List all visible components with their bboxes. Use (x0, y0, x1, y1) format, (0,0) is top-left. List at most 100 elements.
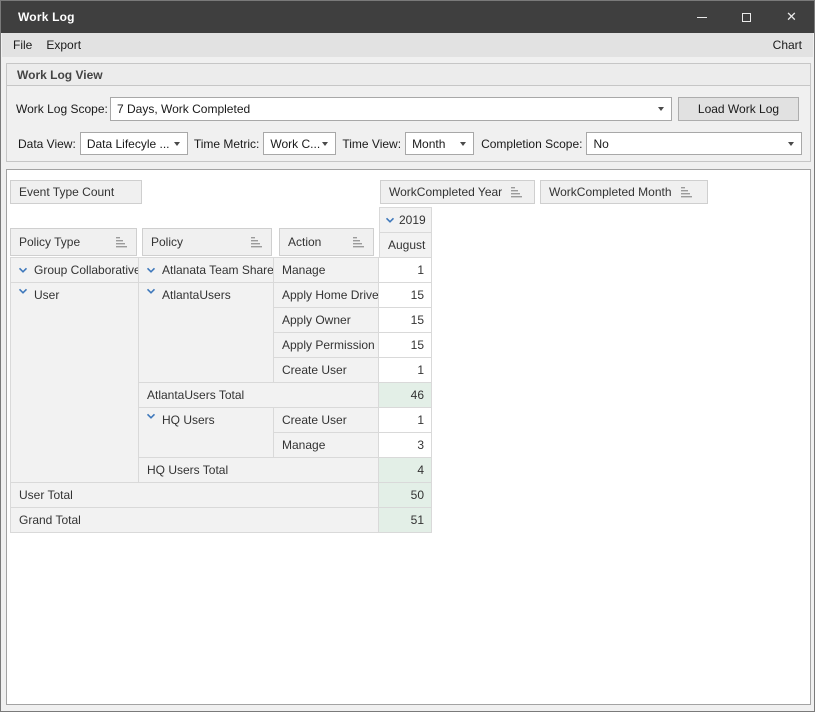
value-cell: 1 (379, 258, 432, 283)
row-header-action-create-user: Create User (274, 408, 379, 433)
row-header-user-total: User Total (11, 483, 379, 508)
pivot-grid-panel: Event Type Count WorkCompleted Year Work… (6, 169, 811, 705)
sort-ascending-icon (250, 236, 263, 248)
total-value-cell: 50 (379, 483, 432, 508)
time-view-label: Time View: (342, 137, 401, 151)
row-header-atlanta-users[interactable]: AtlantaUsers (139, 283, 274, 383)
row-field-policy-type[interactable]: Policy Type (10, 228, 137, 256)
column-header-month-august[interactable]: August (379, 232, 432, 257)
total-value-cell: 4 (379, 458, 432, 483)
work-log-view-group: Work Log View Work Log Scope: 7 Days, Wo… (6, 63, 811, 162)
row-header-label: Create User (282, 363, 347, 377)
time-metric-value: Work C... (270, 137, 320, 151)
row-header-label: Atlanata Team Share (162, 263, 274, 277)
value-cell: 15 (379, 283, 432, 308)
data-view-value: Data Lifecyle ... (87, 137, 170, 151)
row-header-label: User Total (19, 488, 73, 502)
value-text: 1 (417, 263, 424, 277)
dropdown-arrow-icon (174, 142, 180, 146)
row-header-grand-total: Grand Total (11, 508, 379, 533)
group-title: Work Log View (17, 68, 103, 82)
row-header-atlanta-users-total: AtlantaUsers Total (139, 383, 379, 408)
dropdown-arrow-icon (658, 107, 664, 111)
time-metric-label: Time Metric: (194, 137, 260, 151)
collapse-chevron-icon[interactable] (146, 413, 156, 420)
row-header-label: Grand Total (19, 513, 81, 527)
dropdown-arrow-icon (322, 142, 328, 146)
time-view-combobox[interactable]: Month (405, 132, 474, 155)
column-header-year-2019[interactable]: 2019 (379, 207, 432, 232)
value-text: 50 (411, 488, 424, 502)
row-header-label: Apply Home Drive (282, 288, 379, 302)
menu-chart[interactable]: Chart (766, 35, 809, 55)
row-header-label: Group Collaborative (34, 263, 139, 277)
year-field-label: WorkCompleted Year (389, 185, 502, 199)
maximize-button[interactable] (724, 1, 769, 33)
value-text: 1 (417, 413, 424, 427)
menubar: File Export Chart (2, 33, 813, 57)
collapse-chevron-icon[interactable] (146, 288, 156, 295)
scope-label: Work Log Scope: (16, 102, 110, 116)
row-header-user[interactable]: User (11, 283, 139, 483)
row-header-action-apply-home-drive: Apply Home Drive (274, 283, 379, 308)
dropdown-arrow-icon (788, 142, 794, 146)
time-metric-combobox[interactable]: Work C... (263, 132, 336, 155)
collapse-chevron-icon[interactable] (18, 288, 28, 295)
pivot-grid: Group Collaborative User Atlanata Team S… (10, 257, 432, 533)
row-header-label: Manage (282, 263, 325, 277)
year-header-label: 2019 (399, 213, 426, 227)
work-log-window: Work Log ✕ File Export Chart Work Log Vi… (0, 0, 815, 712)
group-header: Work Log View (7, 64, 810, 86)
row-header-label: HQ Users (162, 413, 215, 427)
row-header-label: AtlantaUsers Total (147, 388, 244, 402)
window-title: Work Log (1, 10, 75, 24)
load-work-log-button[interactable]: Load Work Log (678, 97, 799, 121)
dropdown-arrow-icon (460, 142, 466, 146)
minimize-button[interactable] (679, 1, 724, 33)
column-field-workcompleted-month[interactable]: WorkCompleted Month (540, 180, 708, 204)
value-cell: 1 (379, 358, 432, 383)
sort-ascending-icon (115, 236, 128, 248)
completion-scope-value: No (593, 137, 608, 151)
total-value-cell: 51 (379, 508, 432, 533)
row-header-atlanata-team-share[interactable]: Atlanata Team Share (139, 258, 274, 283)
menu-export[interactable]: Export (39, 35, 88, 55)
action-field-label: Action (288, 235, 321, 249)
close-button[interactable]: ✕ (769, 1, 814, 33)
value-cell: 15 (379, 308, 432, 333)
load-button-label: Load Work Log (698, 102, 779, 116)
time-view-value: Month (412, 137, 445, 151)
collapse-chevron-icon[interactable] (18, 267, 28, 274)
titlebar[interactable]: Work Log ✕ (1, 1, 814, 33)
value-text: 4 (417, 463, 424, 477)
collapse-chevron-icon[interactable] (146, 267, 156, 274)
value-cell: 15 (379, 333, 432, 358)
value-cell: 1 (379, 408, 432, 433)
row-header-group-collaborative[interactable]: Group Collaborative (11, 258, 139, 283)
row-header-label: Create User (282, 413, 347, 427)
month-field-label: WorkCompleted Month (549, 185, 672, 199)
row-header-label: HQ Users Total (147, 463, 228, 477)
row-field-action[interactable]: Action (279, 228, 374, 256)
sort-ascending-icon (510, 186, 523, 198)
menu-file[interactable]: File (6, 35, 39, 55)
completion-scope-combobox[interactable]: No (586, 132, 802, 155)
value-text: 3 (417, 438, 424, 452)
row-field-policy[interactable]: Policy (142, 228, 272, 256)
work-log-scope-combobox[interactable]: 7 Days, Work Completed (110, 97, 672, 121)
row-header-label: Apply Permission (282, 338, 375, 352)
value-text: 51 (411, 513, 424, 527)
sort-ascending-icon (352, 236, 365, 248)
collapse-chevron-icon[interactable] (385, 217, 395, 224)
value-text: 46 (411, 388, 424, 402)
row-header-hq-users[interactable]: HQ Users (139, 408, 274, 458)
row-header-action-manage: Manage (274, 433, 379, 458)
completion-scope-label: Completion Scope: (481, 137, 582, 151)
data-field-event-type-count[interactable]: Event Type Count (10, 180, 142, 204)
filter-row: Data View: Data Lifecyle ... Time Metric… (18, 132, 802, 155)
row-header-label: User (34, 288, 59, 302)
value-text: 15 (411, 288, 424, 302)
column-field-workcompleted-year[interactable]: WorkCompleted Year (380, 180, 535, 204)
data-view-combobox[interactable]: Data Lifecyle ... (80, 132, 188, 155)
scope-value: 7 Days, Work Completed (117, 102, 250, 116)
